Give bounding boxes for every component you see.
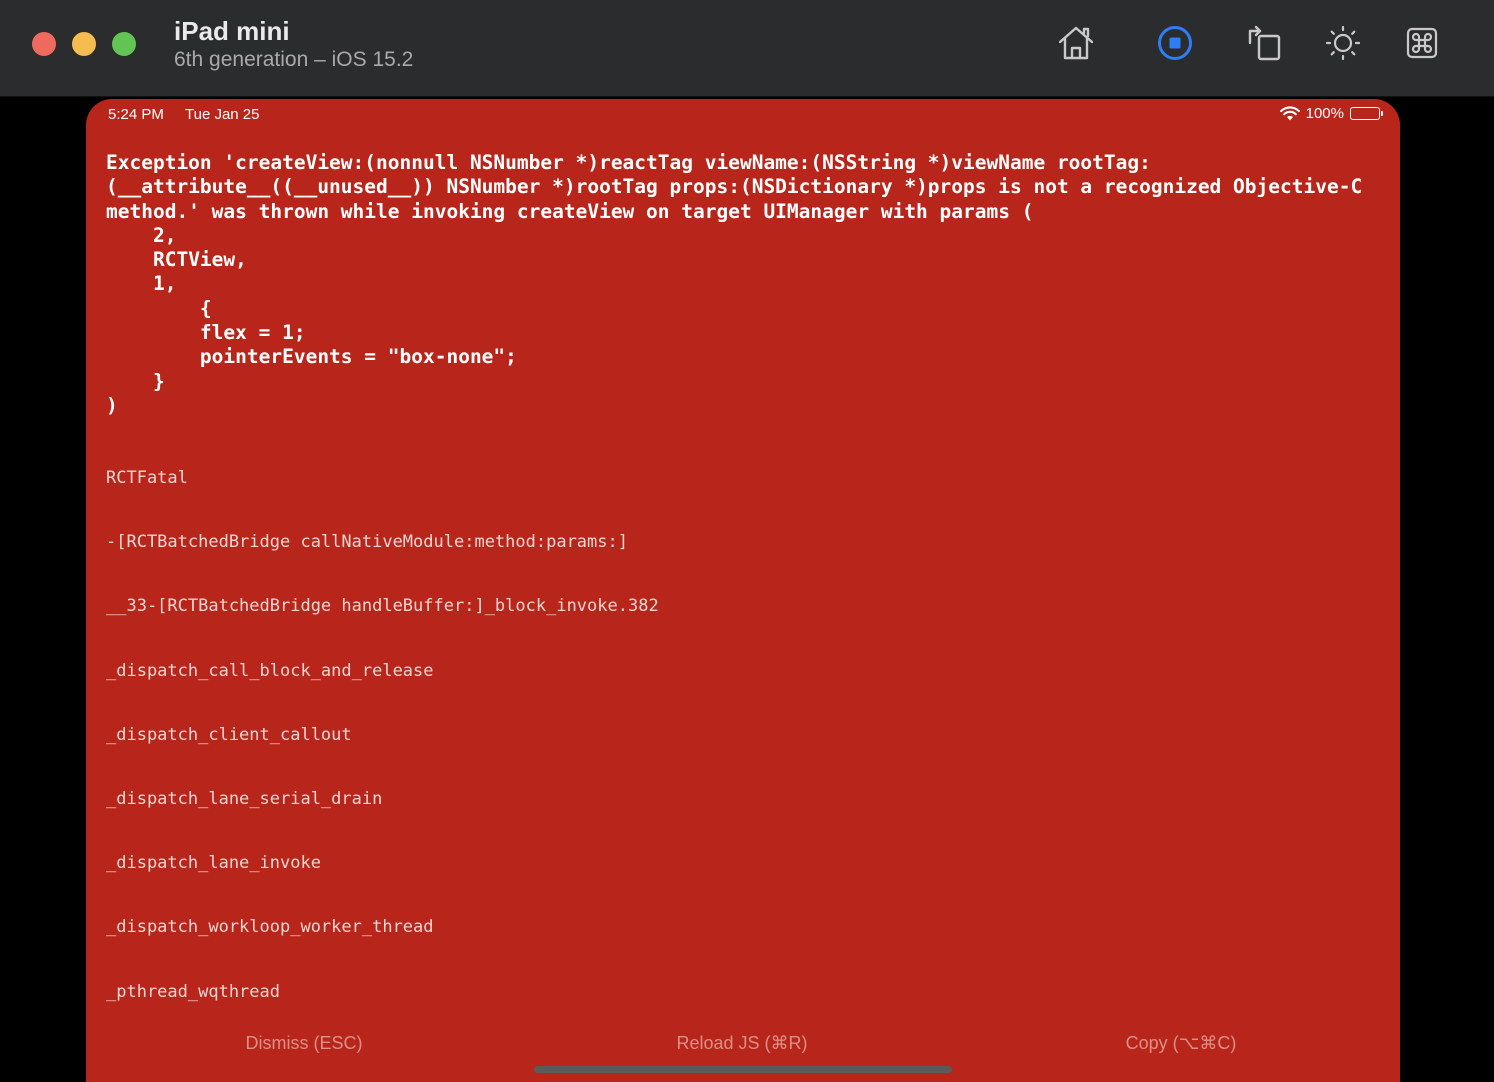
stop-button[interactable] (1153, 21, 1197, 65)
rotate-icon (1248, 25, 1281, 61)
device-name: iPad mini (174, 16, 290, 46)
home-icon (1058, 26, 1094, 60)
home-indicator[interactable] (534, 1066, 952, 1073)
minimize-window-button[interactable] (72, 32, 96, 56)
stack-frame[interactable]: _dispatch_lane_invoke (106, 852, 659, 916)
status-time: 5:24 PM (108, 106, 164, 123)
command-icon (1406, 27, 1438, 59)
stack-frame[interactable]: _dispatch_lane_serial_drain (106, 788, 659, 852)
zoom-window-button[interactable] (112, 32, 136, 56)
status-right: 100% (1279, 105, 1383, 122)
stack-frame[interactable]: _dispatch_call_block_and_release (106, 660, 659, 724)
stop-icon (1158, 26, 1192, 60)
rotate-button[interactable] (1243, 21, 1287, 65)
stack-frame[interactable]: __33-[RCTBatchedBridge handleBuffer:]_bl… (106, 595, 659, 659)
device-os-version: 6th generation – iOS 15.2 (174, 48, 414, 71)
home-button[interactable] (1054, 21, 1098, 65)
copy-button[interactable]: Copy (⌥⌘C) (1031, 1033, 1331, 1054)
keyboard-shortcut-button[interactable] (1400, 21, 1444, 65)
stack-frame[interactable]: -[RCTBatchedBridge callNativeModule:meth… (106, 531, 659, 595)
dismiss-button[interactable]: Dismiss (ESC) (154, 1033, 454, 1054)
wifi-icon (1279, 106, 1300, 121)
stack-frame[interactable]: RCTFatal (106, 467, 659, 531)
close-window-button[interactable] (32, 32, 56, 56)
battery-icon (1350, 107, 1383, 120)
stack-trace: RCTFatal -[RCTBatchedBridge callNativeMod… (106, 467, 659, 1045)
status-date: Tue Jan 25 (185, 106, 260, 123)
battery-percent: 100% (1305, 105, 1344, 122)
error-message: Exception 'createView:(nonnull NSNumber … (106, 151, 1363, 417)
appearance-icon (1325, 25, 1361, 61)
status-bar: 5:24 PM Tue Jan 25 100% (86, 99, 1400, 129)
appearance-button[interactable] (1321, 21, 1365, 65)
ipad-screen: 5:24 PM Tue Jan 25 100% Exception 'creat… (86, 99, 1400, 1082)
simulator-titlebar: iPad mini 6th generation – iOS 15.2 (0, 0, 1494, 97)
stack-frame[interactable]: _dispatch_workloop_worker_thread (106, 916, 659, 980)
redbox-action-bar: Dismiss (ESC) Reload JS (⌘R) Copy (⌥⌘C) (86, 1033, 1400, 1059)
reload-js-button[interactable]: Reload JS (⌘R) (592, 1033, 892, 1054)
stack-frame[interactable]: _dispatch_client_callout (106, 724, 659, 788)
